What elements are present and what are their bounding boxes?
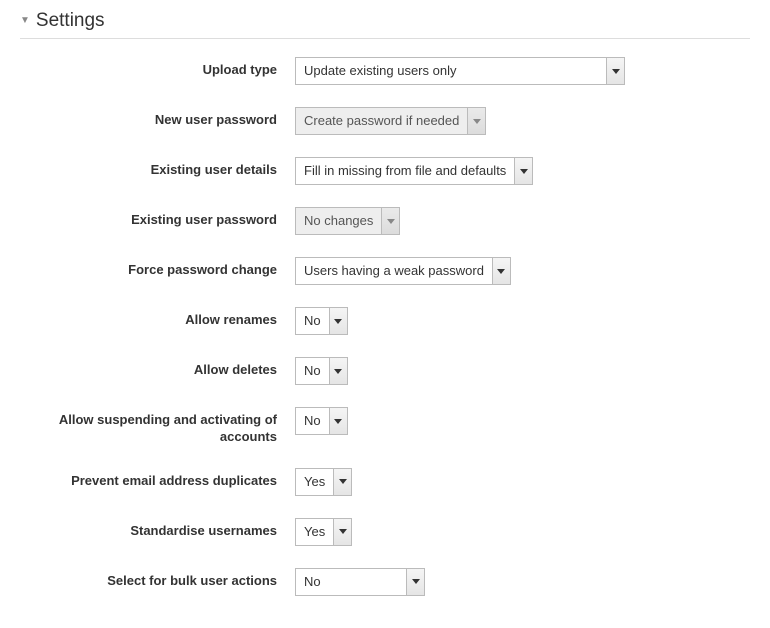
settings-section-header[interactable]: ▼ Settings: [20, 10, 750, 39]
select-allow-deletes[interactable]: No: [295, 357, 348, 385]
field-force-password-change: Force password change Users having a wea…: [20, 257, 750, 285]
select-existing-user-password: No changes: [295, 207, 400, 235]
label-allow-deletes: Allow deletes: [20, 357, 295, 379]
label-new-user-password: New user password: [20, 107, 295, 129]
field-existing-user-password: Existing user password No changes: [20, 207, 750, 235]
chevron-down-icon: [333, 519, 351, 545]
select-force-password-change[interactable]: Users having a weak password: [295, 257, 511, 285]
label-prevent-email-duplicates: Prevent email address duplicates: [20, 468, 295, 490]
select-value: Create password if needed: [296, 108, 467, 134]
chevron-down-icon: [514, 158, 532, 184]
collapse-icon: ▼: [20, 15, 30, 26]
select-upload-type[interactable]: Update existing users only: [295, 57, 625, 85]
select-value: Users having a weak password: [296, 258, 492, 284]
field-existing-user-details: Existing user details Fill in missing fr…: [20, 157, 750, 185]
select-value: Yes: [296, 469, 333, 495]
chevron-down-icon: [492, 258, 510, 284]
section-title: Settings: [36, 10, 105, 32]
field-allow-suspending: Allow suspending and activating of accou…: [20, 407, 750, 446]
select-new-user-password: Create password if needed: [295, 107, 486, 135]
select-existing-user-details[interactable]: Fill in missing from file and defaults: [295, 157, 533, 185]
field-select-bulk-actions: Select for bulk user actions No: [20, 568, 750, 596]
select-allow-renames[interactable]: No: [295, 307, 348, 335]
select-value: No: [296, 408, 329, 434]
field-allow-deletes: Allow deletes No: [20, 357, 750, 385]
chevron-down-icon: [606, 58, 624, 84]
select-value: Yes: [296, 519, 333, 545]
chevron-down-icon: [406, 569, 424, 595]
label-allow-suspending: Allow suspending and activating of accou…: [20, 407, 295, 446]
field-allow-renames: Allow renames No: [20, 307, 750, 335]
select-value: No: [296, 308, 329, 334]
field-upload-type: Upload type Update existing users only: [20, 57, 750, 85]
chevron-down-icon: [329, 358, 347, 384]
select-value: Fill in missing from file and defaults: [296, 158, 514, 184]
label-allow-renames: Allow renames: [20, 307, 295, 329]
select-standardise-usernames[interactable]: Yes: [295, 518, 352, 546]
chevron-down-icon: [333, 469, 351, 495]
select-prevent-email-duplicates[interactable]: Yes: [295, 468, 352, 496]
chevron-down-icon: [329, 408, 347, 434]
select-allow-suspending[interactable]: No: [295, 407, 348, 435]
label-select-bulk-actions: Select for bulk user actions: [20, 568, 295, 590]
label-upload-type: Upload type: [20, 57, 295, 79]
select-value: No: [296, 358, 329, 384]
select-value: No changes: [296, 208, 381, 234]
select-bulk-user-actions[interactable]: No: [295, 568, 425, 596]
chevron-down-icon: [329, 308, 347, 334]
chevron-down-icon: [381, 208, 399, 234]
label-force-password-change: Force password change: [20, 257, 295, 279]
label-existing-user-password: Existing user password: [20, 207, 295, 229]
select-value: Update existing users only: [296, 58, 606, 84]
label-standardise-usernames: Standardise usernames: [20, 518, 295, 540]
field-new-user-password: New user password Create password if nee…: [20, 107, 750, 135]
label-existing-user-details: Existing user details: [20, 157, 295, 179]
field-standardise-usernames: Standardise usernames Yes: [20, 518, 750, 546]
field-prevent-email-duplicates: Prevent email address duplicates Yes: [20, 468, 750, 496]
select-value: No: [296, 569, 329, 595]
chevron-down-icon: [467, 108, 485, 134]
